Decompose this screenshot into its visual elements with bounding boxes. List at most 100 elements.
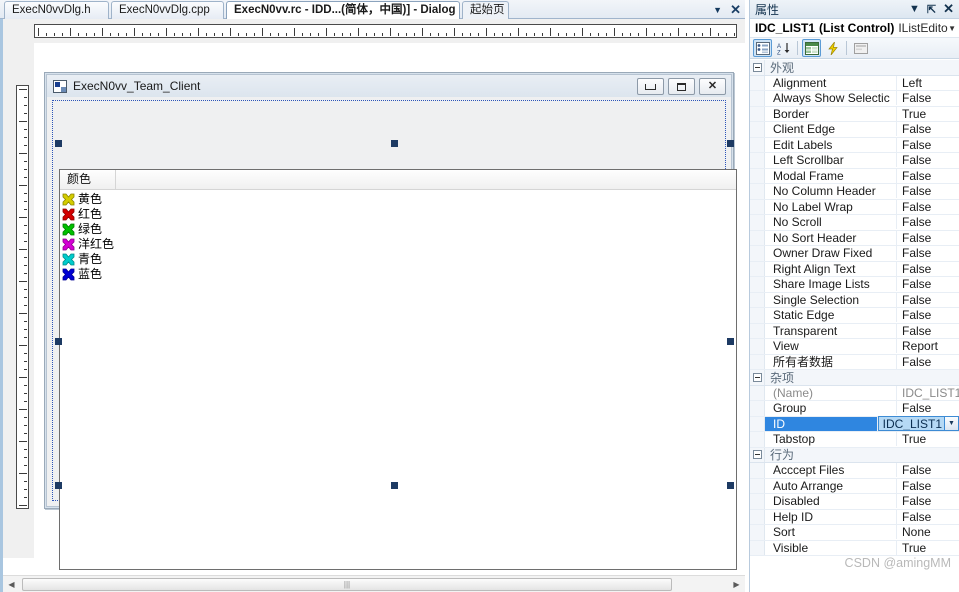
alphabetical-sort-button[interactable]: A Z: [774, 39, 793, 57]
property-value[interactable]: False: [897, 153, 959, 167]
property-value[interactable]: False: [897, 91, 959, 105]
property-row[interactable]: Tabstop True: [750, 432, 959, 448]
property-row[interactable]: No Column Header False: [750, 184, 959, 200]
category-expander[interactable]: [750, 447, 765, 462]
property-row[interactable]: Disabled False: [750, 494, 959, 510]
scrollbar-thumb[interactable]: |||: [22, 577, 672, 591]
property-row[interactable]: Alignment Left: [750, 75, 959, 91]
property-row[interactable]: Group False: [750, 401, 959, 417]
events-button[interactable]: [823, 39, 842, 57]
property-value-input[interactable]: IDC_LIST1: [877, 416, 944, 432]
properties-object-selector[interactable]: IDC_LIST1 (List Control) IListEdito ▼: [750, 19, 959, 38]
property-row[interactable]: No Label Wrap False: [750, 199, 959, 215]
designer-canvas[interactable]: ExecN0vv_Team_Client ✕ 颜色 黄色 红色 绿色 洋红色 青…: [3, 19, 745, 575]
property-row[interactable]: Visible True: [750, 540, 959, 556]
list-row[interactable]: 蓝色: [62, 267, 736, 282]
property-row[interactable]: Right Align Text False: [750, 261, 959, 277]
property-value[interactable]: None: [897, 525, 959, 539]
resize-handle-bottom-center[interactable]: [391, 482, 398, 489]
property-row[interactable]: Transparent False: [750, 323, 959, 339]
property-value[interactable]: False: [897, 138, 959, 152]
resize-handle-top-center[interactable]: [391, 140, 398, 147]
list-row[interactable]: 红色: [62, 207, 736, 222]
dialog-client-area[interactable]: 颜色 黄色 红色 绿色 洋红色 青色 蓝色: [52, 100, 737, 570]
property-category-header[interactable]: 杂项: [750, 370, 959, 386]
property-category-header[interactable]: 外观: [750, 60, 959, 76]
chevron-down-icon[interactable]: ▼: [948, 24, 959, 33]
category-expander[interactable]: [750, 60, 765, 75]
list-row[interactable]: 绿色: [62, 222, 736, 237]
chevron-down-icon[interactable]: ▼: [944, 416, 959, 432]
list-row[interactable]: 青色: [62, 252, 736, 267]
property-value[interactable]: False: [897, 401, 959, 415]
tab-execn0vvdlg-h[interactable]: ExecN0vvDlg.h: [4, 1, 109, 19]
resize-handle-bottom-left[interactable]: [55, 482, 62, 489]
property-row[interactable]: No Scroll False: [750, 215, 959, 231]
property-value[interactable]: Left: [897, 76, 959, 90]
property-row[interactable]: Single Selection False: [750, 292, 959, 308]
property-row[interactable]: Edit Labels False: [750, 137, 959, 153]
dialog-window[interactable]: ExecN0vv_Team_Client ✕ 颜色 黄色 红色 绿色 洋红色 青…: [46, 74, 737, 570]
category-expander[interactable]: [750, 370, 765, 385]
property-value[interactable]: False: [897, 184, 959, 198]
property-pages-button[interactable]: [851, 39, 870, 57]
resize-handle-bottom-right[interactable]: [727, 482, 734, 489]
property-value[interactable]: False: [897, 510, 959, 524]
properties-button[interactable]: [802, 39, 821, 57]
minimize-button[interactable]: [637, 78, 664, 95]
categorized-view-button[interactable]: [753, 39, 772, 57]
list-column-header-blank[interactable]: [116, 170, 736, 189]
property-value[interactable]: False: [897, 494, 959, 508]
property-row[interactable]: (Name)IDC_LIST1 (Li: [750, 385, 959, 401]
chevron-down-icon[interactable]: ▼: [713, 5, 722, 15]
property-value[interactable]: False: [897, 215, 959, 229]
property-value[interactable]: False: [897, 277, 959, 291]
resize-handle-top-left[interactable]: [55, 140, 62, 147]
list-row[interactable]: 洋红色: [62, 237, 736, 252]
property-row[interactable]: View Report: [750, 339, 959, 355]
pin-icon[interactable]: ⇱: [927, 3, 936, 16]
property-value[interactable]: False: [897, 479, 959, 493]
property-value[interactable]: False: [897, 122, 959, 136]
property-value[interactable]: False: [897, 169, 959, 183]
property-value[interactable]: False: [897, 200, 959, 214]
property-row[interactable]: ID IDC_LIST1 ▼: [750, 416, 959, 432]
property-row[interactable]: Client Edge False: [750, 122, 959, 138]
properties-grid[interactable]: 外观 Alignment Left Always Show Selectic False…: [750, 60, 959, 592]
property-row[interactable]: Modal Frame False: [750, 168, 959, 184]
tab-start-page[interactable]: 起始页: [462, 1, 509, 19]
close-icon[interactable]: ✕: [730, 2, 741, 18]
close-icon[interactable]: ✕: [943, 1, 954, 17]
list-row[interactable]: 黄色: [62, 192, 736, 207]
resize-handle-middle-left[interactable]: [55, 338, 62, 345]
property-row[interactable]: Auto Arrange False: [750, 478, 959, 494]
property-value[interactable]: False: [897, 355, 959, 369]
property-row[interactable]: Owner Draw Fixed False: [750, 246, 959, 262]
close-button[interactable]: ✕: [699, 78, 726, 95]
property-value[interactable]: False: [897, 324, 959, 338]
property-value[interactable]: False: [897, 231, 959, 245]
property-value[interactable]: False: [897, 246, 959, 260]
property-value[interactable]: IDC_LIST1 (Li: [897, 386, 959, 400]
property-row[interactable]: Help ID False: [750, 509, 959, 525]
resize-handle-top-right[interactable]: [727, 140, 734, 147]
property-row[interactable]: Share Image Lists False: [750, 277, 959, 293]
property-row[interactable]: Left Scrollbar False: [750, 153, 959, 169]
property-value[interactable]: False: [897, 262, 959, 276]
property-value[interactable]: Report: [897, 339, 959, 353]
triangle-left-icon[interactable]: ◀: [3, 576, 20, 592]
tab-execn0vv-rc-dialog[interactable]: ExecN0vv.rc - IDD...(简体，中国)] - Dialog: [226, 1, 460, 19]
triangle-right-icon[interactable]: ▶: [728, 576, 745, 592]
property-value[interactable]: True: [897, 107, 959, 121]
property-row[interactable]: No Sort Header False: [750, 230, 959, 246]
property-value[interactable]: False: [897, 293, 959, 307]
property-row[interactable]: Static Edge False: [750, 308, 959, 324]
property-row[interactable]: Sort None: [750, 525, 959, 541]
property-row[interactable]: Border True: [750, 106, 959, 122]
tab-execn0vvdlg-cpp[interactable]: ExecN0vvDlg.cpp: [111, 1, 224, 19]
list-column-header-color[interactable]: 颜色: [60, 170, 116, 189]
maximize-button[interactable]: [668, 78, 695, 95]
property-value-editor[interactable]: IDC_LIST1 ▼: [877, 416, 959, 432]
property-category-header[interactable]: 行为: [750, 447, 959, 463]
property-row[interactable]: Always Show Selectic False: [750, 91, 959, 107]
